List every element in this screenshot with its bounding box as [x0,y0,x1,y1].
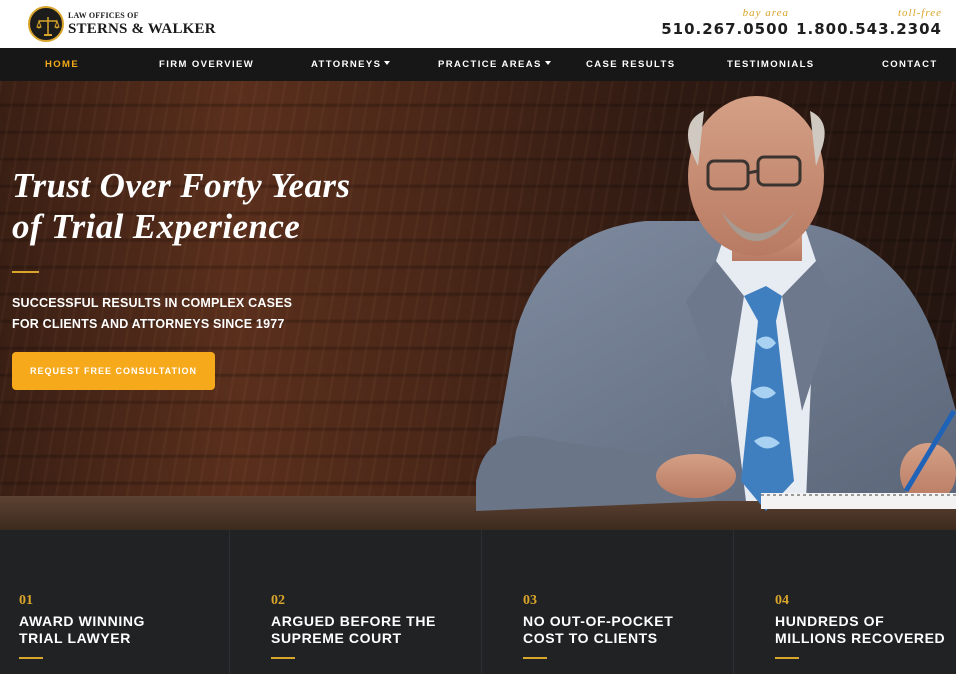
hero-divider [12,271,39,273]
feature-card: 02 ARGUED BEFORE THE SUPREME COURT [229,530,481,674]
feature-title: ARGUED BEFORE THE SUPREME COURT [271,613,436,647]
feature-title-line: HUNDREDS OF [775,613,885,629]
hero-headline-line: Trust Over Forty Years [12,166,351,205]
logo-firm-name: STERNS & WALKER [68,20,216,37]
feature-title: AWARD WINNING TRIAL LAWYER [19,613,145,647]
nav-item-practice-areas[interactable]: PRACTICE AREAS [438,48,551,81]
site-header: LAW OFFICES OF STERNS & WALKER bay area … [0,0,956,48]
feature-card: 04 HUNDREDS OF MILLIONS RECOVERED [733,530,956,674]
feature-number: 04 [775,593,789,608]
feature-title-line: TRIAL LAWYER [19,630,131,646]
feature-card: 03 NO OUT-OF-POCKET COST TO CLIENTS [481,530,733,674]
nav-label: ATTORNEYS [311,59,382,70]
hero-sub-line: FOR CLIENTS AND ATTORNEYS SINCE 1977 [12,317,285,331]
features-strip: 01 AWARD WINNING TRIAL LAWYER 02 ARGUED B… [0,530,956,674]
feature-divider-line [271,657,295,659]
feature-card: 01 AWARD WINNING TRIAL LAWYER [0,530,229,674]
site-logo[interactable]: LAW OFFICES OF STERNS & WALKER [28,6,216,42]
phone-toll-free[interactable]: toll-free 1.800.543.2304 [796,7,942,38]
nav-item-home[interactable]: HOME [45,48,79,81]
nav-label: PRACTICE AREAS [438,59,542,70]
feature-title-line: COST TO CLIENTS [523,630,658,646]
hero-headline-line: of Trial Experience [12,207,301,246]
scales-of-justice-icon [28,6,64,42]
attorney-portrait [476,96,956,511]
feature-divider-line [19,657,43,659]
main-nav: HOME FIRM OVERVIEW ATTORNEYS PRACTICE AR… [0,48,956,81]
caret-down-icon [384,61,391,66]
phone-number[interactable]: 1.800.543.2304 [796,20,942,38]
feature-title: NO OUT-OF-POCKET COST TO CLIENTS [523,613,673,647]
feature-title-line: NO OUT-OF-POCKET [523,613,674,629]
nav-item-firm-overview[interactable]: FIRM OVERVIEW [159,48,254,81]
hero-headline: Trust Over Forty Years of Trial Experien… [12,165,350,247]
nav-item-testimonials[interactable]: TESTIMONIALS [727,48,815,81]
hero-subheadline: SUCCESSFUL RESULTS IN COMPLEX CASES FOR … [12,293,292,335]
phone-label: toll-free [897,7,942,19]
feature-number: 02 [271,593,285,608]
logo-tagline: LAW OFFICES OF [68,10,139,20]
feature-title-line: ARGUED BEFORE THE [271,613,436,629]
request-consultation-button[interactable]: REQUEST FREE CONSULTATION [12,352,215,390]
hero-sub-line: SUCCESSFUL RESULTS IN COMPLEX CASES [12,296,293,310]
feature-divider-line [523,657,547,659]
phone-label: bay area [742,7,789,19]
phone-bay-area[interactable]: bay area 510.267.0500 [661,7,789,38]
hero-banner: Trust Over Forty Years of Trial Experien… [0,81,956,530]
nav-item-case-results[interactable]: CASE RESULTS [586,48,675,81]
feature-title-line: SUPREME COURT [271,630,402,646]
feature-title-line: MILLIONS RECOVERED [775,630,946,646]
phone-number[interactable]: 510.267.0500 [661,20,789,38]
nav-item-attorneys[interactable]: ATTORNEYS [311,48,391,81]
feature-number: 01 [19,593,33,608]
feature-title-line: AWARD WINNING [19,613,146,629]
caret-down-icon [544,61,551,66]
feature-divider-line [775,657,799,659]
feature-number: 03 [523,593,537,608]
nav-item-contact[interactable]: CONTACT [882,48,938,81]
feature-title: HUNDREDS OF MILLIONS RECOVERED [775,613,945,647]
